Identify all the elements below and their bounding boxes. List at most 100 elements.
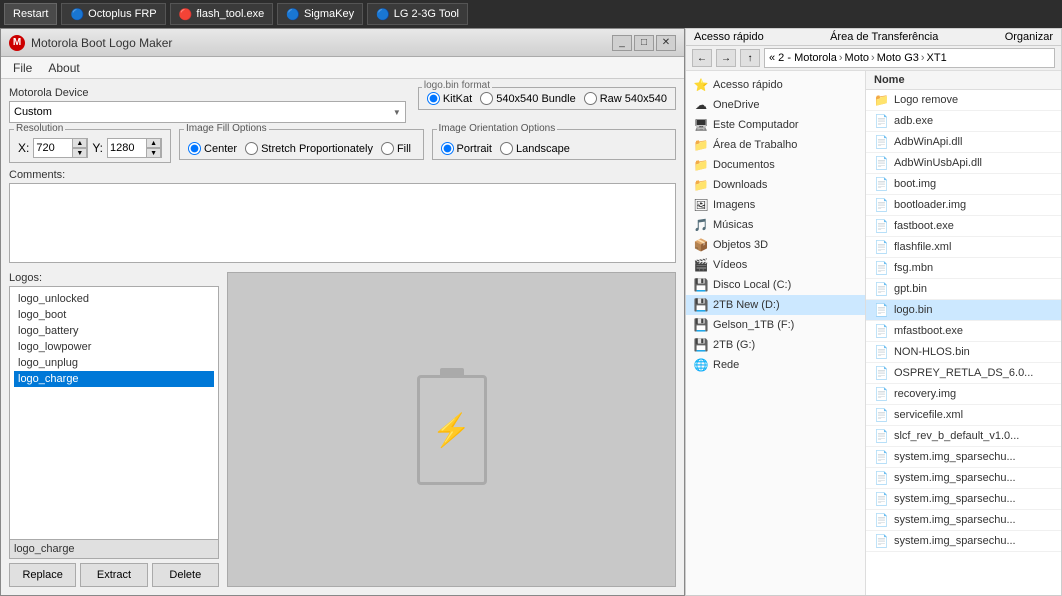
x-input[interactable] xyxy=(34,139,72,157)
breadcrumb-path: « 2 - Motorola › Moto › Moto G3 › XT1 xyxy=(764,48,1055,68)
file-item-adbwinapi[interactable]: 📄 AdbWinApi.dll xyxy=(866,132,1061,153)
breadcrumb-3[interactable]: Moto G3 xyxy=(877,52,919,64)
sidebar-item-downloads[interactable]: 📁 Downloads xyxy=(686,175,865,195)
window-body: Motorola Device Custom ▼ logo.bin format… xyxy=(1,79,684,595)
replace-button[interactable]: Replace xyxy=(9,563,76,587)
file-item-fastboot[interactable]: 📄 fastboot.exe xyxy=(866,216,1061,237)
file-item-adb[interactable]: 📄 adb.exe xyxy=(866,111,1061,132)
file-item-systemimg3[interactable]: 📄 system.img_sparsechu... xyxy=(866,489,1061,510)
sidebar-item-videos[interactable]: 🎬 Vídeos xyxy=(686,255,865,275)
logo-item-unlocked[interactable]: logo_unlocked xyxy=(14,291,214,307)
quick-access-label: Acesso rápido xyxy=(694,31,764,43)
file-item-adbwinusbapi[interactable]: 📄 AdbWinUsbApi.dll xyxy=(866,153,1061,174)
format-raw540[interactable]: Raw 540x540 xyxy=(584,92,667,105)
orientation-landscape[interactable]: Landscape xyxy=(500,142,570,155)
comments-textarea[interactable] xyxy=(9,183,676,263)
file-item-recovery[interactable]: 📄 recovery.img xyxy=(866,384,1061,405)
fill-stretch[interactable]: Stretch Proportionately xyxy=(245,142,373,155)
file-gptbin-icon: 📄 xyxy=(874,282,889,296)
logo-item-unplug[interactable]: logo_unplug xyxy=(14,355,214,371)
logos-list[interactable]: logo_unlocked logo_boot logo_battery log… xyxy=(9,286,219,540)
file-item-systemimg1[interactable]: 📄 system.img_sparsechu... xyxy=(866,447,1061,468)
taskbar-app-sigma[interactable]: 🔵 SigmaKey xyxy=(277,3,363,25)
extract-button[interactable]: Extract xyxy=(80,563,147,587)
sidebar-item-network[interactable]: 🌐 Rede xyxy=(686,355,865,375)
taskbar-app-flash[interactable]: 🔴 flash_tool.exe xyxy=(170,3,274,25)
logo-item-battery[interactable]: logo_battery xyxy=(14,323,214,339)
sidebar-videos-label: Vídeos xyxy=(713,259,747,271)
minimize-button[interactable]: _ xyxy=(612,35,632,51)
logo-item-boot[interactable]: logo_boot xyxy=(14,307,214,323)
sidebar-item-music[interactable]: 🎵 Músicas xyxy=(686,215,865,235)
menu-about[interactable]: About xyxy=(40,59,87,77)
fill-fill[interactable]: Fill xyxy=(381,142,411,155)
bottom-area: Logos: logo_unlocked logo_boot logo_batt… xyxy=(9,272,676,587)
logo-item-lowpower[interactable]: logo_lowpower xyxy=(14,339,214,355)
format-540bundle[interactable]: 540x540 Bundle xyxy=(480,92,576,105)
file-item-osprey[interactable]: 📄 OSPREY_RETLA_DS_6.0... xyxy=(866,363,1061,384)
breadcrumb-4[interactable]: XT1 xyxy=(927,52,947,64)
fill-center[interactable]: Center xyxy=(188,142,237,155)
taskbar-app-octo[interactable]: 🔵 Octoplus FRP xyxy=(61,3,165,25)
file-item-systemimg5[interactable]: 📄 system.img_sparsechu... xyxy=(866,531,1061,552)
logo-item-charge[interactable]: logo_charge xyxy=(14,371,214,387)
sidebar-item-3dobjects[interactable]: 📦 Objetos 3D xyxy=(686,235,865,255)
menu-file[interactable]: File xyxy=(5,59,40,77)
nav-back-button[interactable]: ← xyxy=(692,49,712,67)
nav-forward-button[interactable]: → xyxy=(716,49,736,67)
y-input[interactable] xyxy=(108,139,146,157)
sidebar-item-pictures[interactable]: 🖼 Imagens xyxy=(686,195,865,215)
x-down-button[interactable]: ▼ xyxy=(72,148,87,158)
sidebar-item-onedrive[interactable]: ☁ OneDrive xyxy=(686,95,865,115)
x-up-button[interactable]: ▲ xyxy=(72,138,87,148)
file-item-logoremove[interactable]: 📁 Logo remove xyxy=(866,90,1061,111)
file-item-bootloaderimg[interactable]: 📄 bootloader.img xyxy=(866,195,1061,216)
taskbar-app-lg[interactable]: 🔵 LG 2-3G Tool xyxy=(367,3,468,25)
sidebar-item-gelson[interactable]: 💾 Gelson_1TB (F:) xyxy=(686,315,865,335)
sidebar-item-desktop[interactable]: 📁 Área de Trabalho xyxy=(686,135,865,155)
sidebar-item-2tbg[interactable]: 💾 2TB (G:) xyxy=(686,335,865,355)
sidebar-2tbd-label: 2TB New (D:) xyxy=(713,299,780,311)
downloads-icon: 📁 xyxy=(694,178,708,192)
file-item-logobin[interactable]: 📄 logo.bin xyxy=(866,300,1061,321)
file-item-systemimg2[interactable]: 📄 system.img_sparsechu... xyxy=(866,468,1061,489)
restart-button[interactable]: Restart xyxy=(4,3,57,25)
file-name-fsgmbn: fsg.mbn xyxy=(894,262,933,274)
y-up-button[interactable]: ▲ xyxy=(146,138,161,148)
file-item-flashfile[interactable]: 📄 flashfile.xml xyxy=(866,237,1061,258)
delete-button[interactable]: Delete xyxy=(152,563,219,587)
format-kitkat[interactable]: KitKat xyxy=(427,92,472,105)
file-name-logoremove: Logo remove xyxy=(894,94,958,106)
file-item-servicefile[interactable]: 📄 servicefile.xml xyxy=(866,405,1061,426)
maximize-button[interactable]: □ xyxy=(634,35,654,51)
y-down-button[interactable]: ▼ xyxy=(146,148,161,158)
file-item-nonhlos[interactable]: 📄 NON-HLOS.bin xyxy=(866,342,1061,363)
sidebar-item-diskc[interactable]: 💾 Disco Local (C:) xyxy=(686,275,865,295)
sidebar-item-documents[interactable]: 📁 Documentos xyxy=(686,155,865,175)
breadcrumb-2[interactable]: Moto xyxy=(845,52,869,64)
close-button[interactable]: ✕ xyxy=(656,35,676,51)
sidebar-item-computer[interactable]: 🖥 Este Computador xyxy=(686,115,865,135)
y-spinbox[interactable]: ▲ ▼ xyxy=(107,138,162,158)
file-item-systemimg4[interactable]: 📄 system.img_sparsechu... xyxy=(866,510,1061,531)
file-item-bootimg[interactable]: 📄 boot.img xyxy=(866,174,1061,195)
flash-label: flash_tool.exe xyxy=(196,8,264,20)
file-item-mfastboot[interactable]: 📄 mfastboot.exe xyxy=(866,321,1061,342)
breadcrumb-1[interactable]: « 2 - Motorola xyxy=(769,52,837,64)
file-item-gptbin[interactable]: 📄 gpt.bin xyxy=(866,279,1061,300)
device-dropdown[interactable]: Custom ▼ xyxy=(9,101,406,123)
sidebar-item-quickaccess[interactable]: ⭐ Acesso rápido xyxy=(686,75,865,95)
format-group: logo.bin format KitKat 540x540 Bundle Ra… xyxy=(418,87,676,110)
nav-up-button[interactable]: ↑ xyxy=(740,49,760,67)
file-list-area: Nome 📁 Logo remove 📄 adb.exe 📄 AdbWinApi… xyxy=(866,71,1061,595)
orientation-portrait[interactable]: Portrait xyxy=(441,142,492,155)
x-spinbox[interactable]: ▲ ▼ xyxy=(33,138,88,158)
documents-icon: 📁 xyxy=(694,158,708,172)
diskc-icon: 💾 xyxy=(694,278,708,292)
sidebar-onedrive-label: OneDrive xyxy=(713,99,759,111)
file-item-fsgmbn[interactable]: 📄 fsg.mbn xyxy=(866,258,1061,279)
file-recovery-icon: 📄 xyxy=(874,387,889,401)
sidebar-item-2tbd[interactable]: 💾 2TB New (D:) xyxy=(686,295,865,315)
file-item-slcf[interactable]: 📄 slcf_rev_b_default_v1.0... xyxy=(866,426,1061,447)
window-controls: _ □ ✕ xyxy=(612,35,676,51)
